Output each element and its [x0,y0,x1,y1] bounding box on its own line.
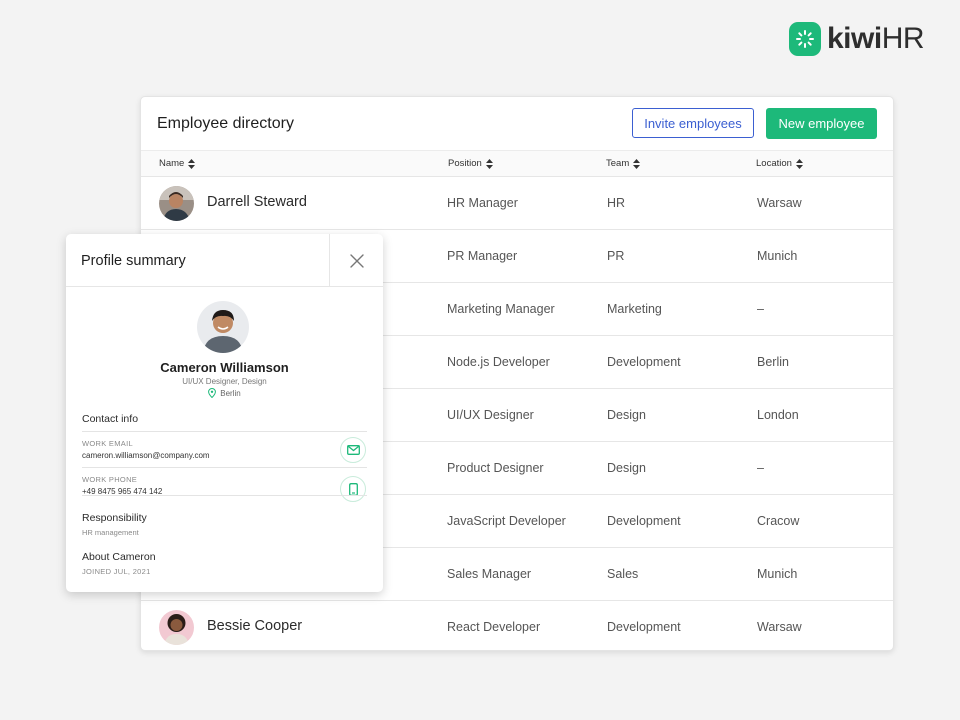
mail-icon [346,445,360,455]
employee-position: PR Manager [447,249,518,263]
employee-location: Warsaw [757,196,802,210]
employee-name: Bessie Cooper [207,618,303,634]
employee-team: Marketing [607,302,662,316]
close-icon [349,253,364,268]
close-button[interactable] [329,234,383,287]
employee-position: JavaScript Developer [447,514,566,528]
employee-location: London [757,408,799,422]
about-title: About Cameron [82,551,156,563]
employee-position: React Developer [447,620,541,634]
divider [82,467,367,468]
profile-avatar [197,301,249,353]
employee-position: Sales Manager [447,567,532,581]
table-row[interactable]: Bessie Cooper React Developer Developmen… [141,601,893,650]
employee-team: PR [607,249,625,263]
profile-title: Profile summary [81,253,186,269]
employee-position: HR Manager [447,196,518,210]
joined-date: JOINED JUL, 2021 [82,567,151,576]
column-header-position[interactable]: Position [448,158,493,169]
send-email-button[interactable] [340,437,366,463]
invite-employees-button[interactable]: Invite employees [632,108,754,138]
avatar [159,186,194,221]
call-phone-button[interactable] [340,476,366,502]
employee-location: – [757,302,764,316]
profile-summary-panel: Profile summary Cameron Williamson UI/UX… [66,234,383,592]
employee-team: Development [607,514,681,528]
sort-icon [188,158,196,169]
employee-location: Munich [757,567,798,581]
employee-location: Warsaw [757,620,802,634]
employee-position: UI/UX Designer [447,408,534,422]
employee-location: Munich [757,249,798,263]
sort-icon [485,158,493,169]
responsibility-title: Responsibility [82,512,147,524]
phone-icon [348,482,358,496]
profile-name: Cameron Williamson [160,360,289,375]
location-pin-icon [208,388,217,398]
employee-team: Development [607,355,681,369]
logo-wordmark: kiwiHR [827,22,925,55]
directory-title: Employee directory [157,115,294,132]
divider [82,495,367,496]
responsibility-value: HR management [82,528,139,537]
profile-role: UI/UX Designer, Design [182,377,267,386]
employee-team: Development [607,620,681,634]
employee-team: Sales [607,567,639,581]
kiwi-logo-icon [789,22,821,56]
table-row[interactable]: Darrell Steward HR Manager HR Warsaw [141,177,893,230]
table-header: Name Position Team Location [141,151,893,177]
employee-location: – [757,461,764,475]
kiwihr-logo: kiwiHR [789,22,925,56]
work-phone-label: WORK PHONE [82,475,138,484]
work-email-value[interactable]: cameron.williamson@company.com [82,451,210,460]
employee-position: Marketing Manager [447,302,555,316]
contact-info-title: Contact info [82,413,139,425]
employee-location: Berlin [757,355,789,369]
employee-name: Darrell Steward [207,194,307,210]
profile-header: Profile summary [66,234,383,287]
sort-icon [795,158,803,169]
column-header-location[interactable]: Location [756,158,803,169]
avatar [159,610,194,645]
work-email-label: WORK EMAIL [82,439,133,448]
employee-location: Cracow [757,514,800,528]
employee-team: Design [607,461,646,475]
column-header-name[interactable]: Name [159,158,196,169]
employee-team: Design [607,408,646,422]
employee-position: Node.js Developer [447,355,550,369]
divider [82,431,367,432]
new-employee-button[interactable]: New employee [766,108,877,139]
profile-location: Berlin [66,388,383,398]
directory-header: Employee directory Invite employees New … [141,97,893,151]
employee-team: HR [607,196,626,210]
column-header-team[interactable]: Team [606,158,641,169]
sort-icon [633,158,641,169]
employee-position: Product Designer [447,461,544,475]
